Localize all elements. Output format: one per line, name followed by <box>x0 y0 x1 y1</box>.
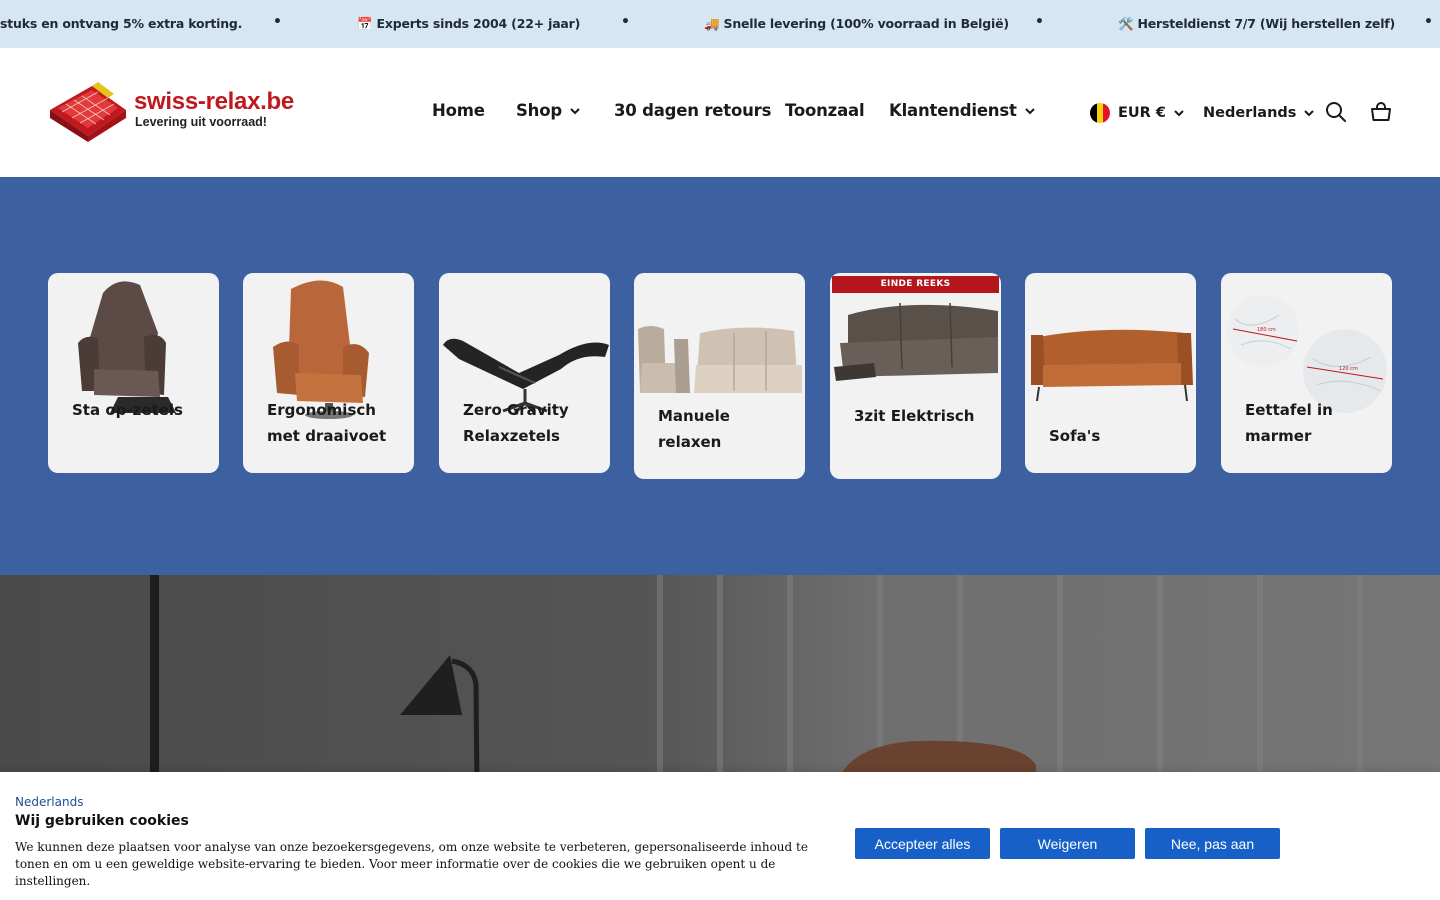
nav-item-customer-service[interactable]: Klantendienst <box>889 101 1035 120</box>
table-dimension: 180 cm <box>1257 327 1276 333</box>
announcement-separator: • <box>1035 14 1044 30</box>
category-card[interactable]: Ergonomisch met draaivoet <box>243 273 414 473</box>
search-icon[interactable] <box>1324 100 1348 124</box>
announcement-bar: stuks en ontvang 5% extra korting. • 📅 E… <box>0 0 1440 48</box>
category-card[interactable]: 180 cm 120 cm Eettafel in marmer <box>1221 273 1392 473</box>
language-label: Nederlands <box>1203 105 1297 121</box>
logo-tagline: Levering uit voorraad! <box>135 115 267 129</box>
cookie-title: Wij gebruiken cookies <box>15 813 189 829</box>
nav-item-label: Toonzaal <box>785 101 865 120</box>
category-label: 3zit Elektrisch <box>854 407 975 425</box>
manual-recliner-set-image <box>638 326 802 393</box>
cookie-language-link[interactable]: Nederlands <box>15 795 83 809</box>
category-label: Sofa's <box>1049 427 1101 445</box>
reject-button[interactable]: Weigeren <box>1000 828 1135 859</box>
announcement-item: stuks en ontvang 5% extra korting. <box>0 16 243 31</box>
announcement-separator: • <box>273 14 282 30</box>
category-card[interactable]: EINDE REEKS 3zit Elektrisch <box>830 273 1001 479</box>
nav-item-label: Shop <box>516 101 562 120</box>
currency-label: EUR € <box>1118 105 1166 121</box>
category-label: Sta op-zetels <box>72 401 183 419</box>
cookie-banner: Nederlands Wij gebruiken cookies We kunn… <box>0 772 1440 900</box>
category-label: Zero Gravity Relaxzetels <box>463 401 569 445</box>
category-section: Sta op-zetels Ergonomisch met draaivoet … <box>0 177 1440 575</box>
accept-all-button[interactable]: Accepteer alles <box>855 828 990 859</box>
announcement-track: stuks en ontvang 5% extra korting. • 📅 E… <box>0 0 1440 48</box>
belgium-flag-icon <box>1090 103 1110 123</box>
currency-selector[interactable]: EUR € <box>1090 101 1184 125</box>
nav-item-returns[interactable]: 30 dagen retours <box>614 101 771 120</box>
nav-item-shop[interactable]: Shop <box>516 101 580 120</box>
table-dimension: 120 cm <box>1339 366 1358 372</box>
category-card[interactable]: Manuele relaxen <box>634 273 805 479</box>
nav-item-label: Home <box>432 101 485 120</box>
category-card[interactable]: Sofa's <box>1025 273 1196 473</box>
chevron-down-icon <box>1024 107 1035 114</box>
category-label: Eettafel in marmer <box>1245 401 1333 445</box>
nav-item-showroom[interactable]: Toonzaal <box>785 101 865 120</box>
leather-sofa-image <box>1031 329 1193 402</box>
nav-item-home[interactable]: Home <box>432 101 485 120</box>
logo-text: swiss-relax.be <box>134 88 294 115</box>
nav-item-label: 30 dagen retours <box>614 101 772 120</box>
language-selector[interactable]: Nederlands <box>1203 101 1315 125</box>
chevron-down-icon <box>1174 110 1184 117</box>
announcement-item: 🚚 Snelle levering (100% voorraad in Belg… <box>704 16 1009 31</box>
cart-icon[interactable] <box>1369 100 1393 124</box>
chevron-down-icon <box>570 107 580 114</box>
cookie-text: We kunnen deze plaatsen voor analyse van… <box>15 840 808 888</box>
category-card[interactable]: Zero Gravity Relaxzetels <box>439 273 610 473</box>
category-label: Ergonomisch met draaivoet <box>267 401 387 445</box>
site-logo[interactable]: swiss-relax.be Levering uit voorraad! <box>48 80 298 144</box>
category-label: Manuele relaxen <box>658 407 730 451</box>
electric-three-seater-image <box>834 302 998 381</box>
announcement-separator: • <box>1424 14 1433 30</box>
site-header: swiss-relax.be Levering uit voorraad! Ho… <box>0 48 1440 177</box>
nav-item-label: Klantendienst <box>889 101 1017 120</box>
announcement-separator: • <box>621 14 630 30</box>
chevron-down-icon <box>1304 110 1315 117</box>
category-card[interactable]: Sta op-zetels <box>48 273 219 473</box>
customize-cookies-button[interactable]: Nee, pas aan <box>1145 828 1280 859</box>
announcement-item: 🛠️ Hersteldienst 7/7 (Wij herstellen zel… <box>1118 16 1396 31</box>
announcement-item: 📅 Experts sinds 2004 (22+ jaar) <box>357 16 581 31</box>
logo-sofa-icon <box>50 82 126 142</box>
